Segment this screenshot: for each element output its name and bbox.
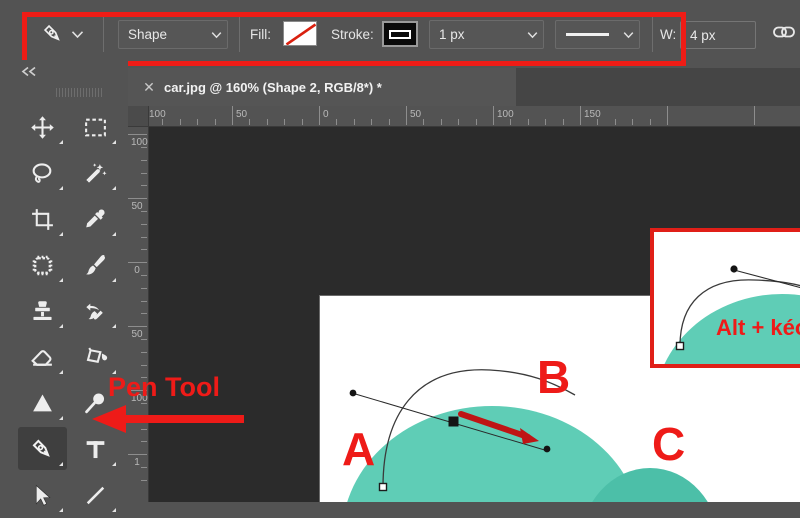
document-tab-bar: ✕ car.jpg @ 160% (Shape 2, RGB/8*) * xyxy=(128,68,800,106)
ruler-h-label: 50 xyxy=(410,109,422,120)
tool-group-corner xyxy=(112,508,116,512)
canvas-area: 100 50 0 50 100 150 100 50 0 50 100 1 A … xyxy=(128,106,800,502)
ruler-h-label: 50 xyxy=(236,109,248,120)
fill-label: Fill: xyxy=(250,27,271,42)
label-point-b: B xyxy=(537,351,571,403)
tool-group-corner xyxy=(59,508,63,512)
anchor-point-b xyxy=(448,416,459,427)
options-separator-3 xyxy=(652,16,653,52)
width-input[interactable]: 4 px xyxy=(680,21,756,49)
tool-group-corner xyxy=(59,186,63,190)
tool-group-corner xyxy=(112,462,116,466)
ruler-h-label: 100 xyxy=(497,109,514,120)
tool-group-corner xyxy=(59,278,63,282)
eraser-tool[interactable] xyxy=(16,334,69,380)
ruler-v-label: 100 xyxy=(131,137,148,148)
chain-link-icon[interactable] xyxy=(772,24,796,45)
document-tab[interactable]: ✕ car.jpg @ 160% (Shape 2, RGB/8*) * xyxy=(128,68,516,106)
close-icon[interactable]: ✕ xyxy=(136,79,162,96)
tool-group-corner xyxy=(59,324,63,328)
vertical-ruler[interactable]: 100 50 0 50 100 1 xyxy=(128,126,149,502)
inset-anchor-point-a xyxy=(675,341,685,351)
tool-group-corner xyxy=(59,370,63,374)
panel-grip[interactable] xyxy=(56,88,104,97)
anchor-point-a xyxy=(378,482,388,492)
width-value: 4 px xyxy=(690,27,716,43)
inset-detail-image: Alt + kéo C về B xyxy=(650,228,800,368)
double-chevron-left-icon[interactable] xyxy=(20,66,40,80)
tool-group-corner xyxy=(59,140,63,144)
tool-group-corner xyxy=(59,462,63,466)
options-separator-2 xyxy=(239,16,240,52)
ruler-h-label: 150 xyxy=(584,109,601,120)
lasso-tool[interactable] xyxy=(16,150,69,196)
stroke-width-dropdown[interactable]: 1 px xyxy=(429,20,544,49)
horizontal-ruler[interactable]: 100 50 0 50 100 150 xyxy=(128,106,800,127)
ruler-v-label: 1 xyxy=(134,457,140,468)
red-arrow-pointing-pen-tool xyxy=(92,405,244,433)
tool-group-corner xyxy=(59,232,63,236)
label-point-a: A xyxy=(342,423,376,475)
direction-point-c xyxy=(543,445,551,453)
clone-stamp-tool[interactable] xyxy=(16,288,69,334)
document-tab-title: car.jpg @ 160% (Shape 2, RGB/8*) * xyxy=(164,79,382,95)
tool-group-corner xyxy=(112,232,116,236)
label-point-c: C xyxy=(652,418,686,470)
stroke-label: Stroke: xyxy=(331,27,374,42)
tool-preset-chevron-down-icon[interactable] xyxy=(68,25,86,43)
options-separator-1 xyxy=(103,16,104,52)
stroke-style-dropdown[interactable] xyxy=(555,20,640,49)
tool-group-corner xyxy=(112,186,116,190)
eyedropper-tool[interactable] xyxy=(69,196,122,242)
inset-direction-point-left xyxy=(730,265,738,273)
inset-caption: Alt + kéo C về B xyxy=(716,315,800,340)
spot-healing-brush-tool[interactable] xyxy=(16,242,69,288)
tool-group-corner xyxy=(112,140,116,144)
chevron-down-icon xyxy=(521,31,543,39)
path-selection-tool[interactable] xyxy=(16,472,69,518)
photoshop-window: Shape Fill: Stroke: 1 px W: 4 px ✕ car.j… xyxy=(0,0,800,512)
shape-mode-dropdown[interactable]: Shape xyxy=(118,20,228,49)
stroke-width-value: 1 px xyxy=(439,27,465,42)
ruler-v-label: 0 xyxy=(134,265,140,276)
brush-tool[interactable] xyxy=(69,242,122,288)
fill-swatch[interactable] xyxy=(283,21,317,46)
direction-point-left xyxy=(349,389,357,397)
width-label: W: xyxy=(660,27,677,42)
crop-tool[interactable] xyxy=(16,196,69,242)
tools-panel xyxy=(10,60,128,512)
line-tool[interactable] xyxy=(69,472,122,518)
object-selection-tool[interactable] xyxy=(69,150,122,196)
chevron-down-icon xyxy=(205,31,227,39)
history-brush-tool[interactable] xyxy=(69,288,122,334)
tools-grid xyxy=(16,104,122,518)
chevron-down-icon xyxy=(617,31,639,39)
ruler-h-label: 100 xyxy=(149,109,166,120)
solid-line-icon xyxy=(566,33,609,36)
inset-vector-content xyxy=(664,265,800,364)
stroke-swatch[interactable] xyxy=(382,21,418,47)
tool-group-corner xyxy=(112,278,116,282)
ruler-h-label: 0 xyxy=(323,109,329,120)
pen-tool-icon[interactable] xyxy=(36,19,70,49)
options-bar: Shape Fill: Stroke: 1 px W: 4 px xyxy=(0,0,800,66)
rectangular-marquee-tool[interactable] xyxy=(69,104,122,150)
ruler-origin-corner[interactable] xyxy=(128,106,149,127)
tool-group-corner xyxy=(112,324,116,328)
ruler-v-label: 50 xyxy=(131,329,143,340)
pen-tool-annotation-label: Pen Tool xyxy=(108,372,220,402)
shape-mode-label: Shape xyxy=(128,27,168,42)
move-tool[interactable] xyxy=(16,104,69,150)
ruler-v-label: 50 xyxy=(131,201,143,212)
